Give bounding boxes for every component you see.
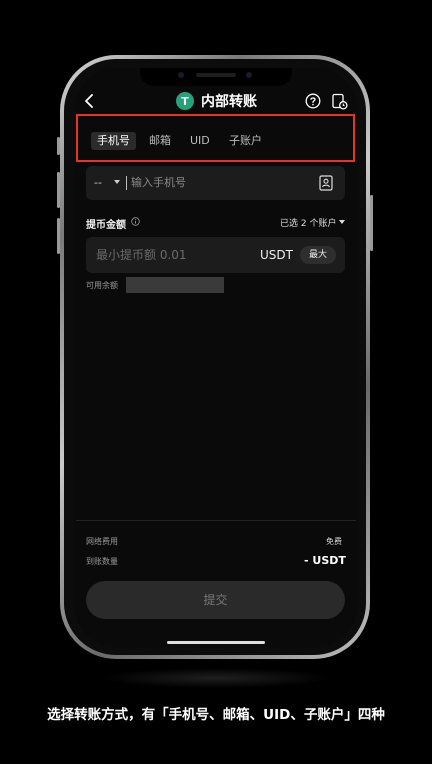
phone-notch	[140, 68, 292, 86]
history-icon[interactable]	[331, 93, 348, 110]
camera-icon	[178, 72, 184, 78]
amount-field[interactable]: 最小提币额 0.01 USDT 最大	[86, 237, 345, 273]
caret-down-icon	[339, 220, 345, 224]
country-code-select[interactable]: --	[94, 166, 102, 200]
sensor-icon	[246, 72, 252, 78]
phone-reflection	[100, 668, 332, 688]
amount-placeholder: 最小提币额 0.01	[96, 248, 187, 262]
account-selector[interactable]: 已选 2 个账户	[280, 216, 336, 229]
page-header: T 内部转账	[176, 92, 257, 110]
divider	[76, 520, 356, 521]
max-button[interactable]: 最大	[300, 246, 336, 264]
available-balance-value-redacted	[126, 277, 224, 293]
home-indicator[interactable]	[167, 641, 265, 644]
phone-number-field[interactable]: -- 输入手机号	[86, 166, 345, 200]
receive-amount-value: - USDT	[304, 554, 346, 567]
contact-book-icon[interactable]	[319, 175, 333, 191]
phone-speaker	[196, 73, 236, 77]
caret-down-icon	[114, 180, 120, 184]
info-icon[interactable]	[131, 217, 140, 226]
caption-text: 选择转账方式，有「手机号、邮箱、UID、子账户」四种	[47, 707, 385, 723]
receive-amount-label: 到账数量	[86, 557, 118, 566]
amount-label: 提币金额	[86, 220, 126, 231]
chevron-left-icon[interactable]	[84, 94, 96, 108]
available-balance-label: 可用余额	[86, 281, 118, 290]
tab-phone[interactable]: 手机号	[91, 132, 136, 150]
phone-number-placeholder: 输入手机号	[131, 176, 186, 189]
phone-volume-up-button	[57, 172, 60, 208]
phone-power-button	[370, 195, 373, 251]
tether-logo-icon: T	[176, 92, 194, 110]
question-circle-icon[interactable]	[305, 93, 321, 109]
phone-volume-down-button	[57, 218, 60, 254]
tab-sub-account[interactable]: 子账户	[229, 132, 262, 150]
network-fee-value: 免费	[326, 537, 342, 546]
phone-side-button	[57, 137, 60, 155]
tab-email[interactable]: 邮箱	[149, 132, 171, 150]
tab-uid[interactable]: UID	[190, 132, 210, 150]
text-cursor	[126, 176, 127, 190]
currency-unit: USDT	[260, 248, 293, 262]
page-title: 内部转账	[201, 94, 257, 110]
network-fee-label: 网络费用	[86, 537, 118, 546]
submit-button[interactable]: 提交	[86, 581, 345, 619]
